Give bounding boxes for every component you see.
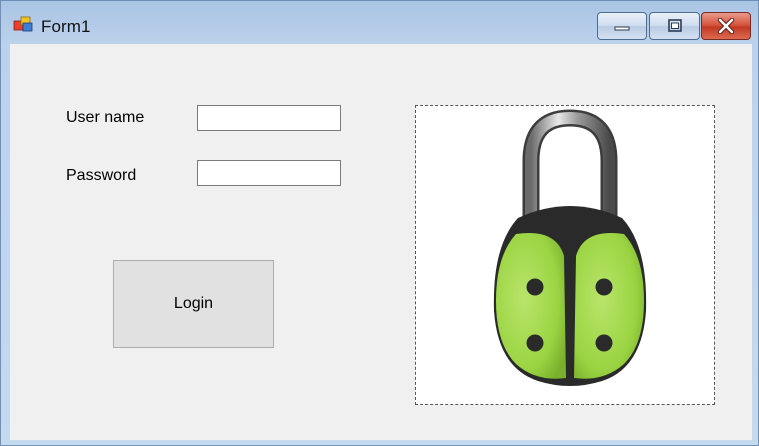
password-input[interactable]	[197, 160, 341, 186]
minimize-button[interactable]	[597, 12, 647, 40]
form1-window: Form1 User name Password Login	[0, 0, 759, 446]
form-client-area: User name Password Login	[10, 44, 752, 440]
title-bar[interactable]: Form1	[1, 1, 758, 44]
close-button[interactable]	[701, 12, 751, 40]
maximize-button[interactable]	[649, 12, 700, 40]
window-title: Form1	[41, 17, 91, 36]
login-button[interactable]: Login	[113, 260, 274, 348]
app-icon	[13, 15, 35, 33]
padlock-image	[493, 109, 647, 386]
picture-box	[415, 105, 715, 405]
minimize-icon	[614, 26, 630, 31]
close-icon	[717, 18, 735, 34]
username-label: User name	[66, 109, 145, 126]
maximize-icon	[667, 19, 682, 32]
password-label: Password	[66, 167, 137, 184]
username-input[interactable]	[197, 105, 341, 131]
